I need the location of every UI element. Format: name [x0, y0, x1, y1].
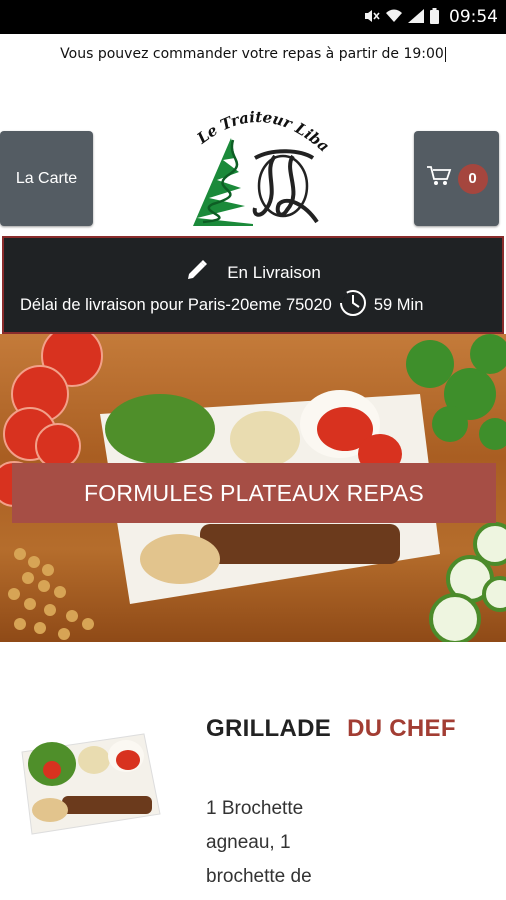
status-bar: 09:54 [0, 0, 506, 34]
clock: 09:54 [449, 7, 498, 27]
header: La Carte Le Traiteur Libanais 0 [0, 100, 506, 240]
signal-icon [408, 8, 424, 26]
cart-button[interactable]: 0 [414, 131, 499, 226]
menu-button[interactable]: La Carte [0, 131, 93, 226]
menu-button-label: La Carte [15, 169, 78, 187]
delivery-mode: En Livraison [227, 262, 321, 282]
order-time-notice: Vous pouvez commander votre repas à part… [60, 46, 446, 62]
product-image[interactable] [14, 722, 164, 842]
promo-banner[interactable]: FORMULES PLATEAUX REPAS [0, 334, 506, 642]
text-cursor [444, 46, 446, 62]
cart-count-badge: 0 [457, 163, 488, 194]
product-title[interactable]: GRILLADE DU CHEF [206, 715, 456, 743]
logo-text: Le Traiteur Libanais [183, 100, 333, 156]
delivery-delay-time: 59 Min [373, 296, 424, 314]
pencil-icon[interactable] [185, 258, 209, 287]
product-card[interactable]: GRILLADE DU CHEF 1 Brochette agneau, 1 br… [0, 642, 506, 900]
banner-title[interactable]: FORMULES PLATEAUX REPAS [12, 463, 496, 523]
brand-logo[interactable]: Le Traiteur Libanais [183, 100, 333, 230]
mute-icon [364, 9, 380, 26]
delivery-delay-label: Délai de livraison pour Paris-20eme 7502… [20, 296, 332, 314]
battery-icon [430, 7, 439, 27]
product-description: 1 Brochette agneau, 1 brochette de [206, 798, 312, 887]
clock-icon [338, 288, 368, 323]
wifi-icon [386, 9, 402, 26]
svg-text:Le Traiteur Libanais: Le Traiteur Libanais [183, 100, 333, 156]
delivery-info-bar[interactable]: En Livraison Délai de livraison pour Par… [2, 236, 504, 334]
cart-icon [426, 165, 452, 192]
